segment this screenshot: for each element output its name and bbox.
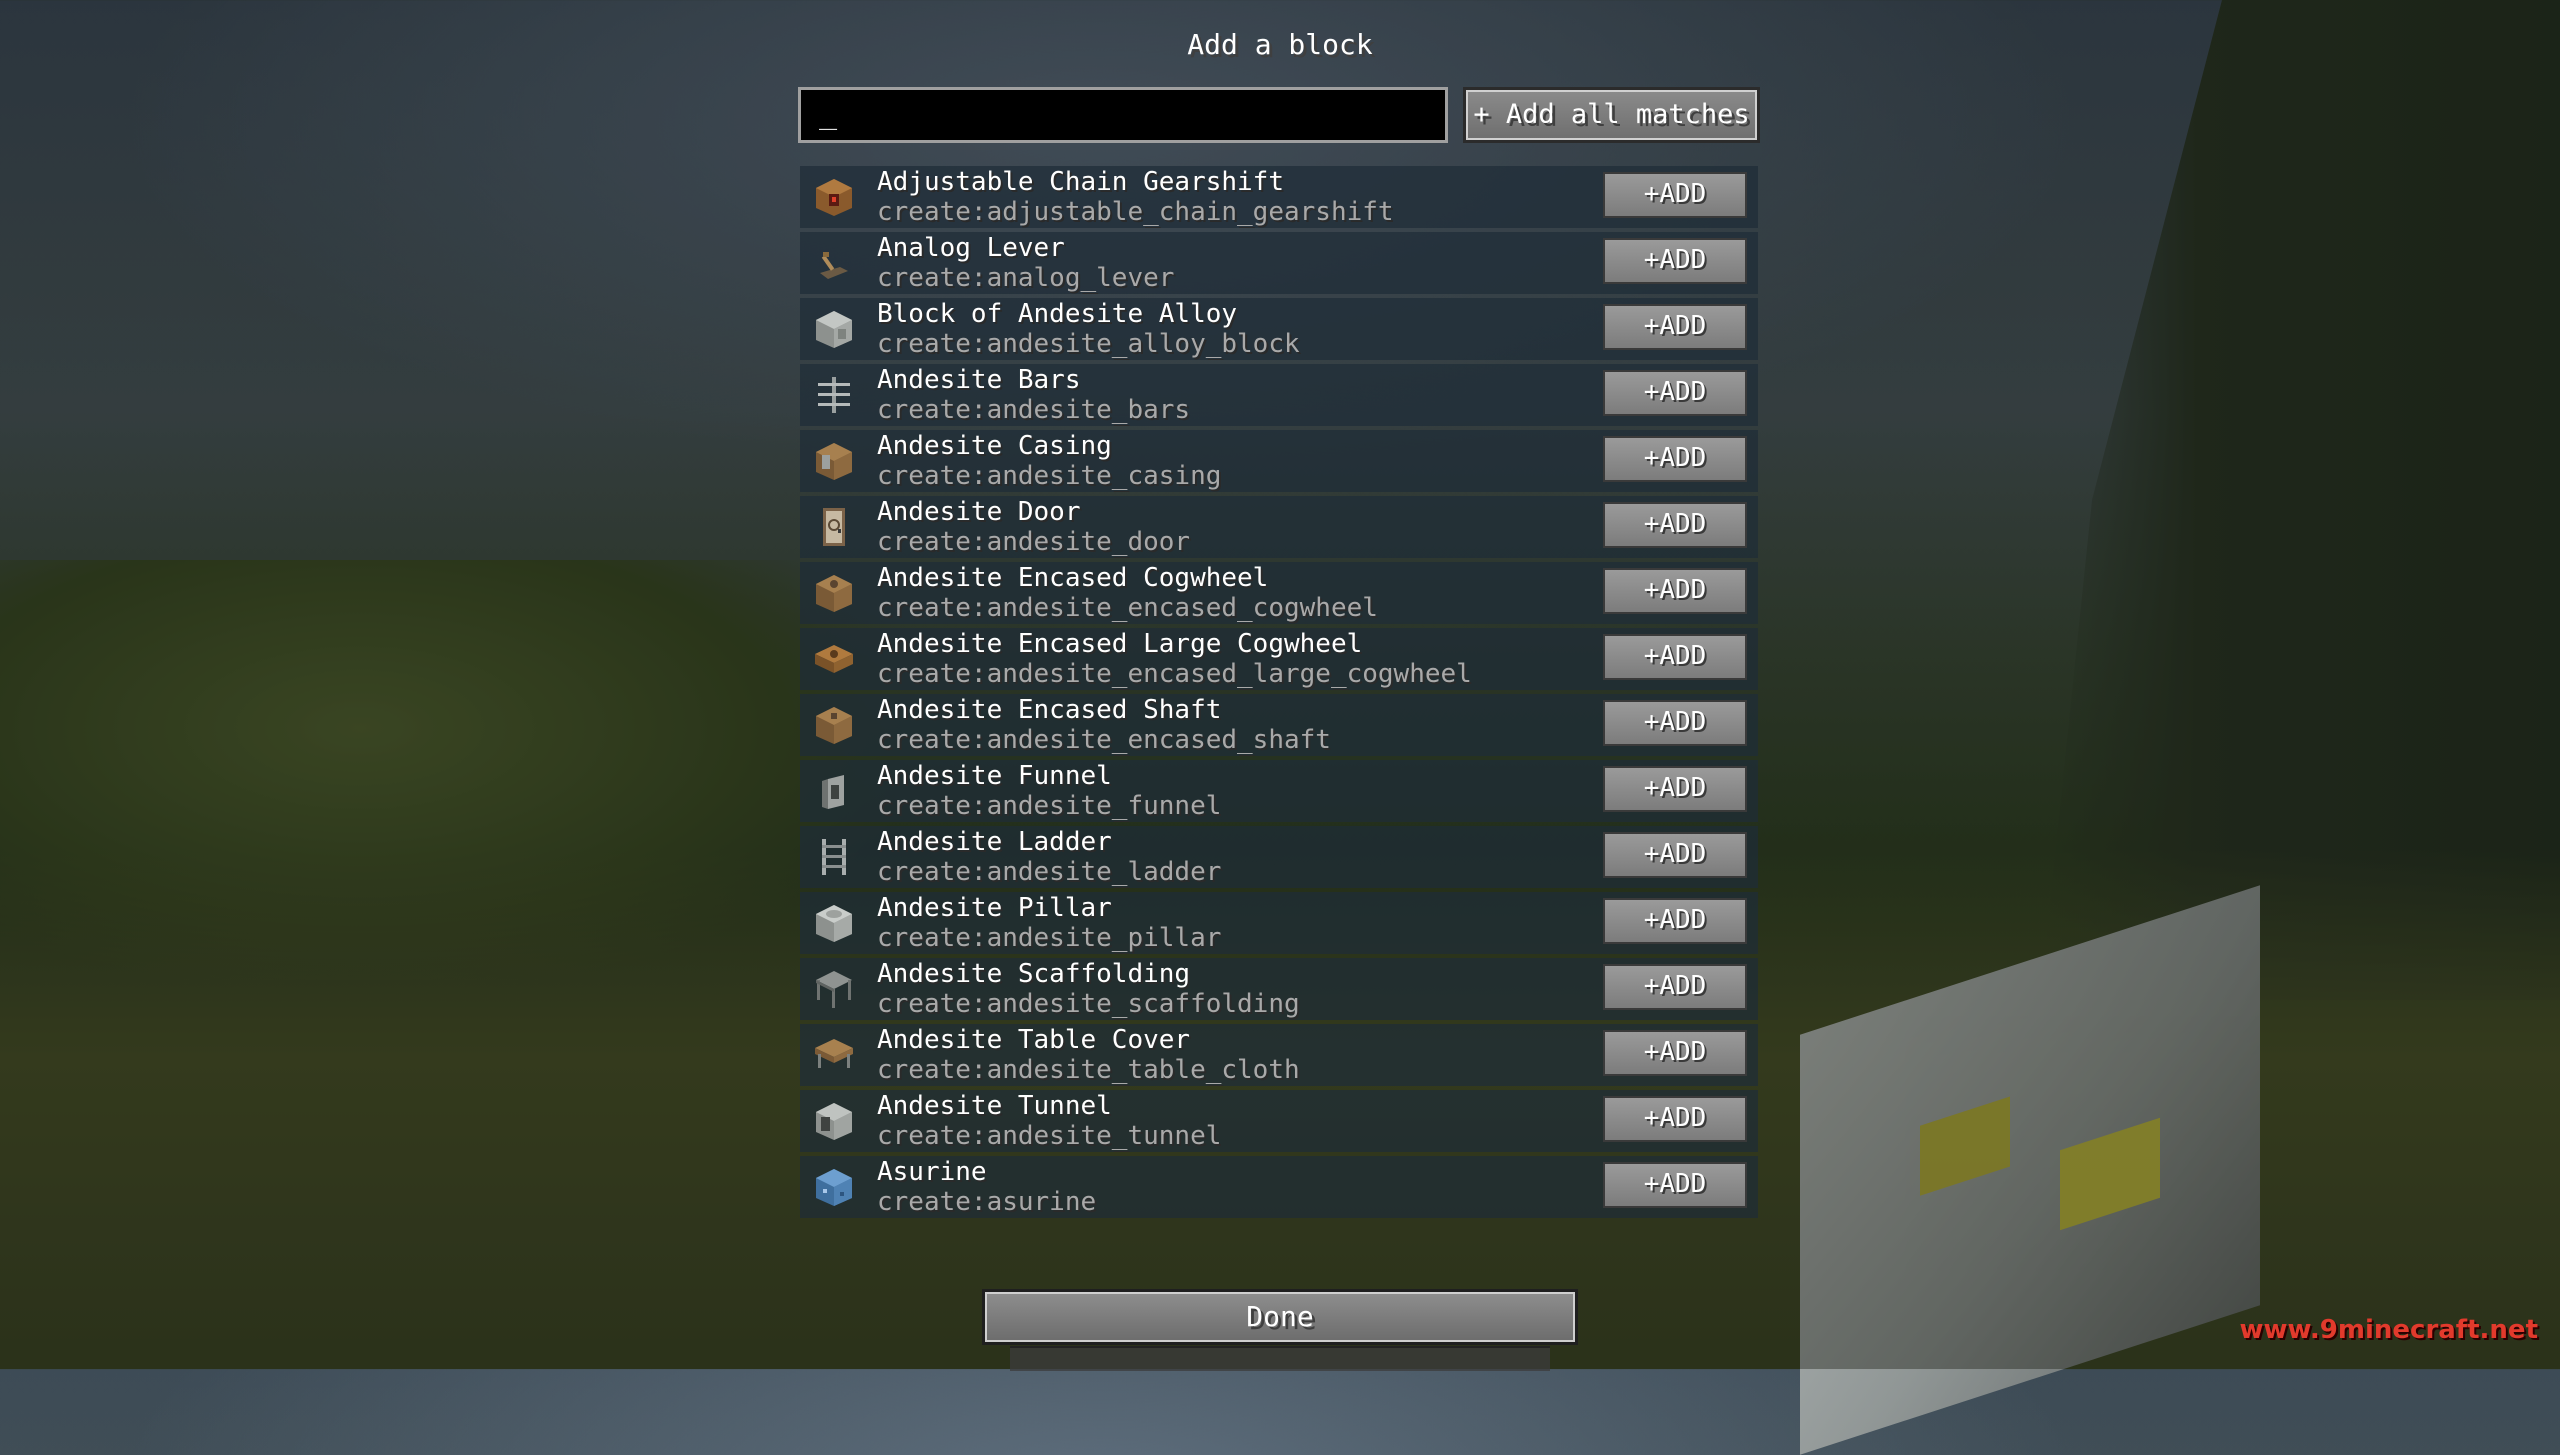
add-block-button[interactable]: +ADD xyxy=(1603,898,1747,944)
block-id: create:andesite_tunnel xyxy=(877,1121,1222,1151)
watermark: www.9minecraft.net xyxy=(2239,1315,2538,1345)
block-row: Block of Andesite Alloy create:andesite_… xyxy=(800,298,1758,360)
block-row: Andesite Table Cover create:andesite_tab… xyxy=(800,1024,1758,1086)
block-name: Adjustable Chain Gearshift xyxy=(877,167,1284,197)
add-block-button[interactable]: +ADD xyxy=(1603,238,1747,284)
add-all-matches-button[interactable]: + Add all matches xyxy=(1463,87,1760,143)
block-id: create:andesite_bars xyxy=(877,395,1191,425)
block-list[interactable]: Adjustable Chain Gearshift create:adjust… xyxy=(800,166,1758,1218)
door-icon xyxy=(823,508,845,546)
block-id: create:asurine xyxy=(877,1187,1097,1217)
block-row: Andesite Encased Shaft create:andesite_e… xyxy=(800,694,1758,756)
block-row: Andesite Scaffolding create:andesite_sca… xyxy=(800,958,1758,1020)
block-name: Andesite Pillar xyxy=(877,893,1112,923)
block-id: create:andesite_encased_shaft xyxy=(877,725,1331,755)
add-block-button[interactable]: +ADD xyxy=(1603,502,1747,548)
gearshift-icon xyxy=(816,179,852,216)
pillar-icon xyxy=(816,905,852,942)
add-block-button[interactable]: +ADD xyxy=(1603,304,1747,350)
casing-icon xyxy=(816,443,852,480)
asurine-icon xyxy=(816,1169,852,1206)
add-block-button[interactable]: +ADD xyxy=(1603,964,1747,1010)
table-cover-icon xyxy=(815,1039,853,1068)
block-name: Andesite Funnel xyxy=(877,761,1112,791)
tunnel-icon xyxy=(816,1103,852,1140)
block-row: Andesite Ladder create:andesite_ladder +… xyxy=(800,826,1758,888)
add-block-button[interactable]: +ADD xyxy=(1603,766,1747,812)
block-row: Andesite Encased Cogwheel create:andesit… xyxy=(800,562,1758,624)
block-name: Andesite Table Cover xyxy=(877,1025,1191,1055)
done-button[interactable]: Done xyxy=(982,1289,1578,1345)
block-name: Andesite Encased Cogwheel xyxy=(877,563,1269,593)
block-name: Analog Lever xyxy=(877,233,1065,263)
block-row: Asurine create:asurine +ADD xyxy=(800,1156,1758,1218)
add-block-button[interactable]: +ADD xyxy=(1603,436,1747,482)
large-cogwheel-icon xyxy=(815,645,853,673)
block-id: create:andesite_casing xyxy=(877,461,1222,491)
block-name: Andesite Door xyxy=(877,497,1081,527)
alloy-block-icon xyxy=(816,311,852,348)
add-block-button[interactable]: +ADD xyxy=(1603,370,1747,416)
block-row: Andesite Bars create:andesite_bars +ADD xyxy=(800,364,1758,426)
block-name: Andesite Encased Shaft xyxy=(877,695,1222,725)
add-block-button[interactable]: +ADD xyxy=(1603,568,1747,614)
encased-shaft-icon xyxy=(816,707,852,744)
add-block-button[interactable]: +ADD xyxy=(1603,700,1747,746)
block-id: create:adjustable_chain_gearshift xyxy=(877,197,1394,227)
block-row: Adjustable Chain Gearshift create:adjust… xyxy=(800,166,1758,228)
add-block-button[interactable]: +ADD xyxy=(1603,172,1747,218)
add-block-button[interactable]: +ADD xyxy=(1603,1162,1747,1208)
bars-icon xyxy=(818,377,850,413)
block-name: Andesite Casing xyxy=(877,431,1112,461)
block-id: create:andesite_scaffolding xyxy=(877,989,1300,1019)
block-row: Andesite Casing create:andesite_casing +… xyxy=(800,430,1758,492)
funnel-icon xyxy=(822,775,844,809)
block-row: Andesite Pillar create:andesite_pillar +… xyxy=(800,892,1758,954)
block-id: create:andesite_pillar xyxy=(877,923,1222,953)
lever-icon xyxy=(820,252,848,279)
block-name: Andesite Tunnel xyxy=(877,1091,1112,1121)
scaffolding-icon xyxy=(816,971,852,1008)
block-row: Andesite Funnel create:andesite_funnel +… xyxy=(800,760,1758,822)
block-name: Andesite Ladder xyxy=(877,827,1112,857)
block-name: Block of Andesite Alloy xyxy=(877,299,1238,329)
add-block-button[interactable]: +ADD xyxy=(1603,1096,1747,1142)
block-row: Andesite Door create:andesite_door +ADD xyxy=(800,496,1758,558)
block-id: create:andesite_funnel xyxy=(877,791,1222,821)
block-row: Analog Lever create:analog_lever +ADD xyxy=(800,232,1758,294)
block-id: create:andesite_alloy_block xyxy=(877,329,1300,359)
search-input-value: _ xyxy=(819,96,838,131)
encased-cogwheel-icon xyxy=(816,575,852,612)
block-row: Andesite Tunnel create:andesite_tunnel +… xyxy=(800,1090,1758,1152)
block-id: create:andesite_door xyxy=(877,527,1191,557)
ladder-icon xyxy=(822,839,846,875)
block-id: create:analog_lever xyxy=(877,263,1175,293)
block-name: Andesite Scaffolding xyxy=(877,959,1191,989)
block-id: create:andesite_encased_cogwheel xyxy=(877,593,1378,623)
hotbar xyxy=(1010,1346,1550,1371)
block-name: Andesite Bars xyxy=(877,365,1081,395)
add-block-button[interactable]: +ADD xyxy=(1603,634,1747,680)
block-id: create:andesite_encased_large_cogwheel xyxy=(877,659,1472,689)
block-row: Andesite Encased Large Cogwheel create:a… xyxy=(800,628,1758,690)
search-input[interactable]: _ xyxy=(798,87,1448,143)
screen-title: Add a block xyxy=(1187,28,1373,61)
block-name: Andesite Encased Large Cogwheel xyxy=(877,629,1363,659)
block-id: create:andesite_table_cloth xyxy=(877,1055,1300,1085)
block-name: Asurine xyxy=(877,1157,987,1187)
add-block-button[interactable]: +ADD xyxy=(1603,832,1747,878)
add-block-button[interactable]: +ADD xyxy=(1603,1030,1747,1076)
block-id: create:andesite_ladder xyxy=(877,857,1222,887)
